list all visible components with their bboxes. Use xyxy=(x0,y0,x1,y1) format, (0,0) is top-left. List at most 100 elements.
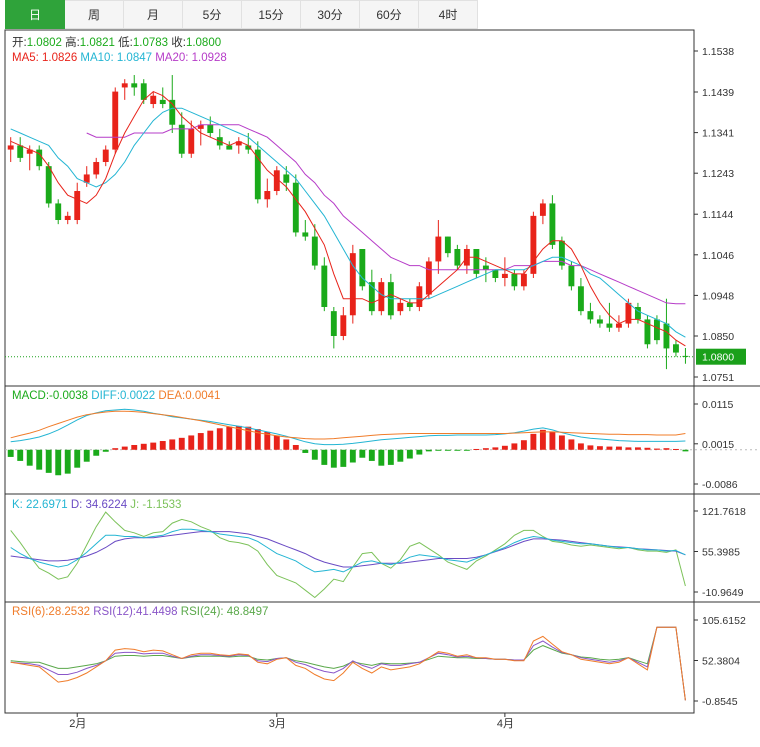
y-tick-label: 55.3985 xyxy=(702,546,740,558)
macd-bar xyxy=(511,443,518,450)
kdj-panel: 121.7618 55.3985 -10.9649 K: 22.6971 D: 34.… xyxy=(10,499,746,599)
candle-body xyxy=(131,83,138,88)
legend-item: 低: xyxy=(118,36,133,49)
x-tick-label: 2月 xyxy=(69,718,86,730)
y-tick-label: 1.0850 xyxy=(702,331,734,343)
legend-item: D: 34.6224 xyxy=(71,499,130,511)
rsi-panel: 105.6152 52.3804 -0.8545 RSI(6):28.2532 RSI… xyxy=(10,606,746,708)
y-tick-label: 121.7618 xyxy=(702,506,746,518)
macd-bar xyxy=(368,449,375,461)
candle-body xyxy=(55,203,62,221)
legend-item: DIFF:0.0022 xyxy=(91,390,158,402)
candle-body xyxy=(615,323,622,328)
macd-bar xyxy=(55,449,62,476)
y-tick-label: 0.0015 xyxy=(702,439,734,451)
candle-body xyxy=(397,302,404,312)
y-tick-label: 52.3804 xyxy=(702,655,740,667)
macd-bar xyxy=(311,449,318,460)
macd-bar xyxy=(378,449,385,466)
macd-bar xyxy=(359,449,366,458)
candle-body xyxy=(7,145,14,150)
macd-bar xyxy=(340,449,347,467)
x-tick-label: 3月 xyxy=(269,718,286,730)
candle-body xyxy=(577,286,584,312)
candle-body xyxy=(64,215,71,221)
legend-item: RSI(24): 48.8497 xyxy=(181,606,269,618)
macd-bar xyxy=(169,439,176,450)
macd-bar xyxy=(93,449,100,456)
macd-bar xyxy=(463,449,470,451)
candle-body xyxy=(653,319,660,341)
candle-body xyxy=(511,273,518,287)
macd-bar xyxy=(64,449,71,474)
candle-body xyxy=(283,174,290,183)
candle-body xyxy=(406,302,413,307)
macd-bar xyxy=(682,449,689,452)
legend-row: K: 22.6971 D: 34.6224 J: -1.1533 xyxy=(12,499,181,511)
candle-body xyxy=(587,311,594,320)
macd-bar xyxy=(226,426,233,450)
legend-item: 1.0802 xyxy=(27,37,65,49)
macd-bar xyxy=(577,443,584,450)
legend-row: MA5: 1.0826 MA10: 1.0847 MA20: 1.0928 xyxy=(12,52,227,64)
candle-body xyxy=(311,236,318,266)
macd-bar xyxy=(121,446,128,450)
diff-line xyxy=(10,408,686,446)
candle-body xyxy=(17,145,24,158)
legend-item: 收: xyxy=(171,35,186,49)
ma10-line xyxy=(10,107,686,338)
candle-body xyxy=(140,83,147,100)
y-tick-label: 1.1341 xyxy=(702,128,734,140)
y-tick-label: 1.1243 xyxy=(702,168,734,180)
candle-body xyxy=(150,95,157,105)
macd-bar xyxy=(17,449,24,461)
macd-bar xyxy=(416,449,423,455)
macd-bar xyxy=(520,440,527,450)
legend-item: 1.0783 xyxy=(133,37,171,49)
macd-bar xyxy=(140,443,147,450)
ma5-line xyxy=(10,91,686,347)
macd-bar xyxy=(596,446,603,450)
macd-bar xyxy=(26,449,33,466)
legend-item: 开: xyxy=(12,37,27,49)
macd-bar xyxy=(112,448,119,450)
candle-body xyxy=(226,145,233,150)
macd-bar xyxy=(36,449,43,470)
macd-bar xyxy=(539,429,546,450)
macd-bar xyxy=(492,447,499,450)
macd-bar xyxy=(425,449,432,452)
macd-bar xyxy=(615,446,622,450)
candle-body xyxy=(482,265,489,270)
macd-bar xyxy=(406,449,413,459)
macd-bar xyxy=(482,448,489,450)
legend-item: 1.0821 xyxy=(80,37,118,49)
legend-item: DEA:0.0041 xyxy=(158,390,220,402)
y-tick-label: 0.0115 xyxy=(702,399,733,411)
macd-bar xyxy=(644,447,651,450)
macd-bar xyxy=(501,445,508,450)
macd-bar xyxy=(302,449,309,453)
macd-bar xyxy=(330,449,337,468)
macd-bar xyxy=(587,445,594,450)
legend-item: J: -1.1533 xyxy=(130,499,181,511)
candle-body xyxy=(435,236,442,262)
candle-body xyxy=(112,91,119,150)
dea-line xyxy=(10,410,686,440)
rsi24-line xyxy=(10,626,686,701)
candle-body xyxy=(444,236,451,254)
legend-item: RSI(12):41.4498 xyxy=(93,606,181,618)
candle-body xyxy=(549,203,556,245)
legend-item: 高: xyxy=(65,35,80,49)
candle-body xyxy=(663,323,670,349)
candle-body xyxy=(45,166,52,204)
candle-body xyxy=(378,282,385,312)
candle-body xyxy=(321,265,328,307)
k-line xyxy=(10,528,686,573)
candle-body xyxy=(159,99,166,105)
candle-body xyxy=(102,149,109,163)
macd-bar xyxy=(292,444,299,450)
candle-body xyxy=(606,323,613,328)
macd-bar xyxy=(74,449,81,468)
d-line xyxy=(10,531,686,568)
macd-panel: 0.0115 0.0015 -0.0086 MACD:-0.0038 DIFF:0.0… xyxy=(5,390,760,491)
